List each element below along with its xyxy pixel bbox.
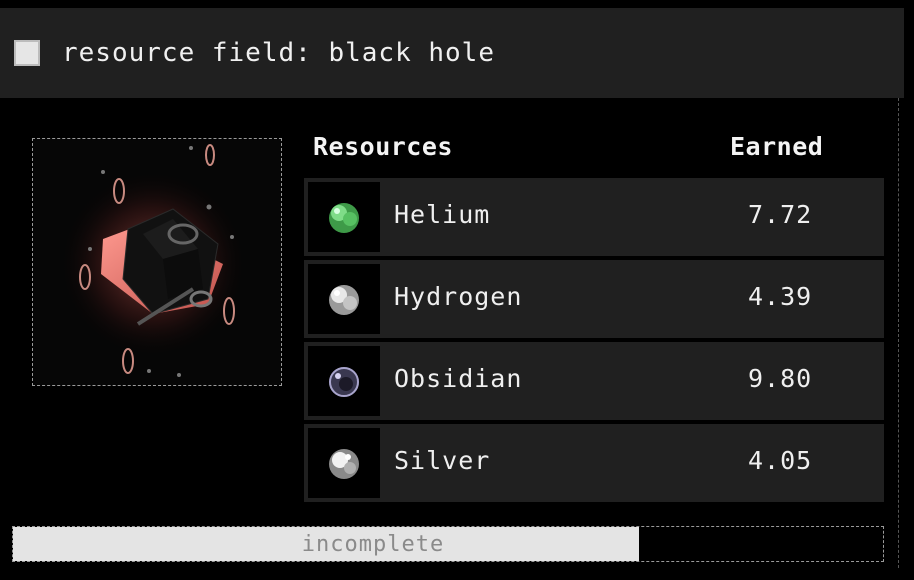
silver-orb-icon [308,428,380,498]
resource-earned: 9.80 [748,364,813,393]
resource-row-obsidian[interactable]: Obsidian 9.80 [304,342,884,420]
helium-orb-icon [308,182,380,252]
progress-label: incomplete [301,531,445,557]
resource-earned: 4.39 [748,282,813,311]
black-hole-artwork [58,144,248,377]
obsidian-orb-icon [308,346,380,416]
resource-row-silver[interactable]: Silver 4.05 [304,424,884,502]
complete-checkbox[interactable] [14,40,40,66]
resource-name: Silver [394,446,491,475]
resource-row-hydrogen[interactable]: Hydrogen 4.39 [304,260,884,338]
header-bar: resource field: black hole [0,8,904,98]
hydrogen-orb-icon [308,264,380,334]
header-title: resource field: black hole [62,38,495,68]
panel-divider [898,98,899,568]
resource-name: Obsidian [394,364,523,393]
resource-earned: 7.72 [748,200,813,229]
column-header-earned: Earned [730,132,824,161]
resource-name: Helium [394,200,491,229]
black-hole-preview [32,138,282,386]
resource-field-window: resource field: black hole Resources Ear… [0,0,914,580]
resource-earned: 4.05 [748,446,813,475]
resource-row-helium[interactable]: Helium 7.72 [304,178,884,256]
column-header-resources: Resources [313,132,453,161]
progress-bar: incomplete [12,526,884,562]
resource-name: Hydrogen [394,282,523,311]
